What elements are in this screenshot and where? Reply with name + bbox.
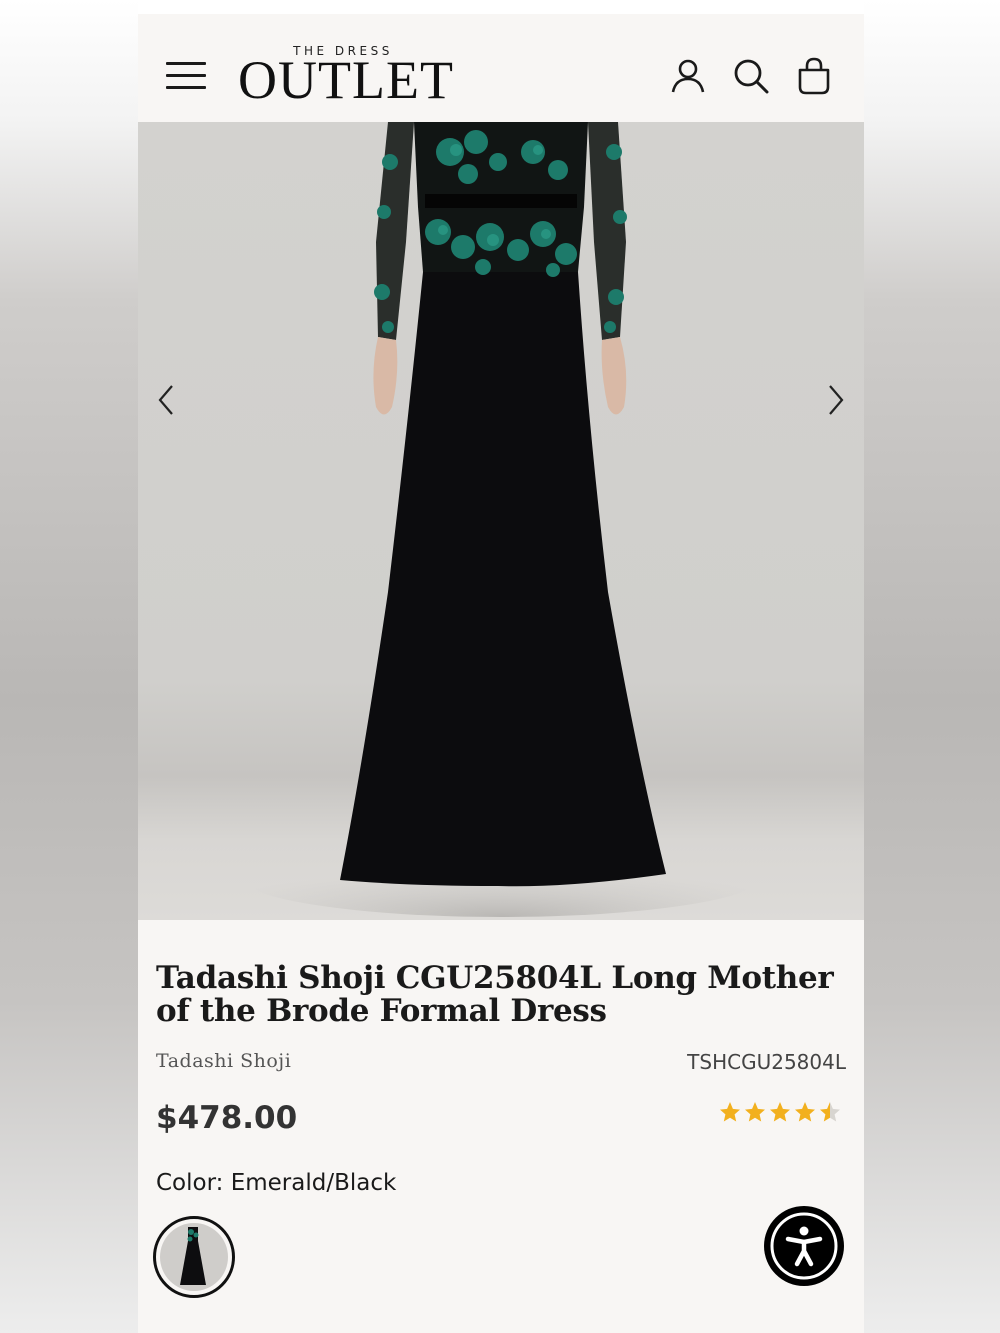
rating-stars[interactable] xyxy=(720,1100,844,1124)
color-value: Emerald/Black xyxy=(230,1170,397,1196)
site-logo[interactable]: THE DRESS OUTLET xyxy=(238,44,454,110)
half-star-icon xyxy=(820,1102,840,1122)
product-brand[interactable]: Tadashi Shoji xyxy=(156,1050,291,1072)
chevron-left-icon[interactable] xyxy=(152,380,182,420)
chevron-right-icon[interactable] xyxy=(820,380,850,420)
site-header: THE DRESS OUTLET xyxy=(138,14,864,122)
product-image-gallery[interactable] xyxy=(138,122,864,920)
search-icon[interactable] xyxy=(731,56,771,96)
shopping-bag-icon[interactable] xyxy=(794,56,834,96)
status-strip xyxy=(138,0,864,14)
color-swatch-emerald-black[interactable] xyxy=(153,1216,235,1298)
account-icon[interactable] xyxy=(668,56,708,96)
star-icon xyxy=(795,1102,815,1122)
product-sku: TSHCGU25804L xyxy=(687,1050,846,1074)
star-icon xyxy=(745,1102,765,1122)
swatch-thumbnail xyxy=(160,1223,228,1291)
accessibility-icon[interactable] xyxy=(764,1206,844,1286)
star-icon xyxy=(770,1102,790,1122)
product-title: Tadashi Shoji CGU25804L Long Mother of t… xyxy=(156,960,834,1029)
color-label: Color: xyxy=(156,1170,224,1196)
product-info: Tadashi Shoji CGU25804L Long Mother of t… xyxy=(138,920,864,1333)
logo-wordmark: OUTLET xyxy=(238,50,454,110)
star-icon xyxy=(720,1102,740,1122)
mobile-page: THE DRESS OUTLET Tadashi Shoji CGU25804L… xyxy=(138,0,864,1333)
product-photo xyxy=(241,122,761,917)
product-price: $478.00 xyxy=(156,1100,298,1136)
hamburger-menu-icon[interactable] xyxy=(166,60,208,90)
color-selection: Color: Emerald/Black xyxy=(156,1170,396,1196)
